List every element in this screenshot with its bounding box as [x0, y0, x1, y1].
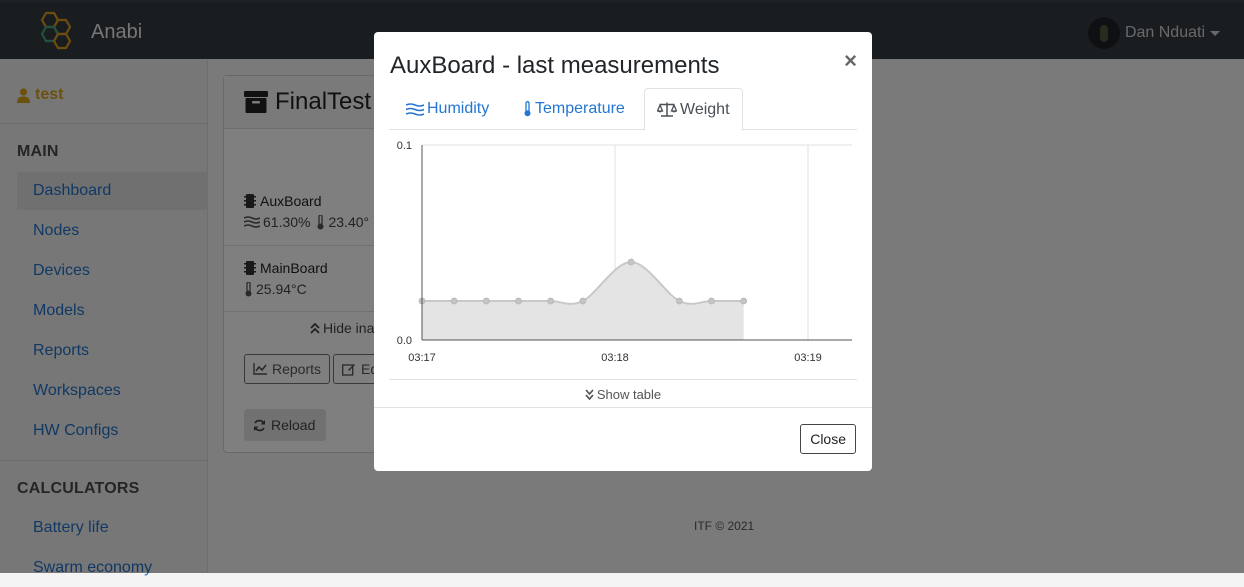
data-point: [627, 258, 635, 266]
y-tick-label: 0.1: [397, 140, 412, 152]
close-icon[interactable]: ×: [844, 48, 857, 74]
data-point: [675, 297, 683, 305]
show-table-label: Show table: [596, 387, 662, 402]
chevron-double-down-icon: [585, 389, 594, 400]
show-table-toggle[interactable]: Show table: [389, 379, 857, 409]
tab-weight-label: Weight: [680, 100, 730, 118]
tab-weight[interactable]: Weight: [644, 88, 743, 131]
tab-humidity-label: Humidity: [427, 100, 490, 117]
data-point: [708, 297, 715, 305]
y-tick-label: 0.0: [397, 335, 412, 347]
data-point: [515, 297, 522, 305]
data-point: [482, 297, 490, 305]
x-tick-label: 03:17: [408, 352, 436, 364]
data-point: [547, 297, 555, 305]
modal-footer-divider: [374, 407, 872, 408]
x-tick-label: 03:19: [794, 352, 822, 364]
tab-humidity[interactable]: Humidity: [394, 88, 501, 130]
measurement-tabs: Humidity Temperature Weight: [389, 88, 857, 131]
data-point: [579, 297, 587, 305]
measurements-modal: AuxBoard - last measurements × Humidity …: [374, 32, 872, 471]
thermometer-icon: [524, 101, 531, 117]
weight-chart: 03:17 03:18 03:19 0.0 0.1: [397, 140, 852, 364]
data-point: [450, 297, 458, 305]
balance-scale-icon: [657, 102, 677, 117]
modal-title: AuxBoard - last measurements: [390, 52, 720, 79]
close-button[interactable]: Close: [800, 424, 856, 454]
tab-temperature[interactable]: Temperature: [511, 88, 637, 130]
data-point: [740, 297, 748, 305]
water-icon: [406, 102, 424, 116]
tab-temperature-label: Temperature: [535, 100, 625, 117]
x-tick-label: 03:18: [601, 352, 629, 364]
